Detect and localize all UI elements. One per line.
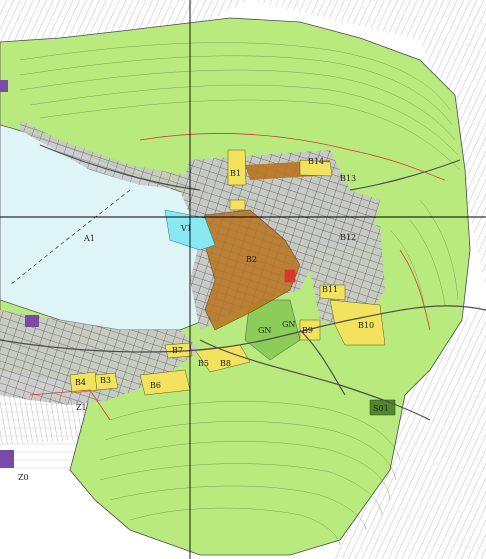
zone-label-b5: B5 [198,359,209,368]
zone-label-b1: B1 [230,169,241,178]
land-use-map[interactable]: B14 B13 B2 V1 A1 B12 B11 B10 GN GN B9 B8… [0,0,486,559]
zone-label-b8: B8 [220,359,231,368]
zone-label-b2: B2 [246,255,257,264]
zone-label-v1: V1 [180,224,192,233]
zone-label-b6: B6 [150,381,161,390]
zone-label-b12: B12 [340,233,356,242]
zone-label-b10: B10 [358,321,374,330]
zone-label-b14: B14 [308,157,324,166]
zone-label-b3: B3 [100,376,111,385]
purple-zone-2 [25,315,39,327]
zone-label-gn1: GN [258,326,271,335]
zone-label-s01: S01 [373,404,389,413]
purple-zone-3 [0,80,8,92]
zone-label-a1: A1 [83,234,95,243]
zone-label-b4: B4 [75,378,86,387]
zone-label-b9: B9 [302,326,313,335]
purple-zone-1 [0,450,14,468]
zone-label-gn2: GN [282,320,295,329]
zone-label-z0: Z0 [18,473,29,482]
zone-label-z1: Z1 [76,403,87,412]
zone-label-b13: B13 [340,174,356,183]
zone-label-b11: B11 [322,285,338,294]
map-canvas: B14 B13 B2 V1 A1 B12 B11 B10 GN GN B9 B8… [0,0,486,559]
zone-label-b7: B7 [172,346,183,355]
